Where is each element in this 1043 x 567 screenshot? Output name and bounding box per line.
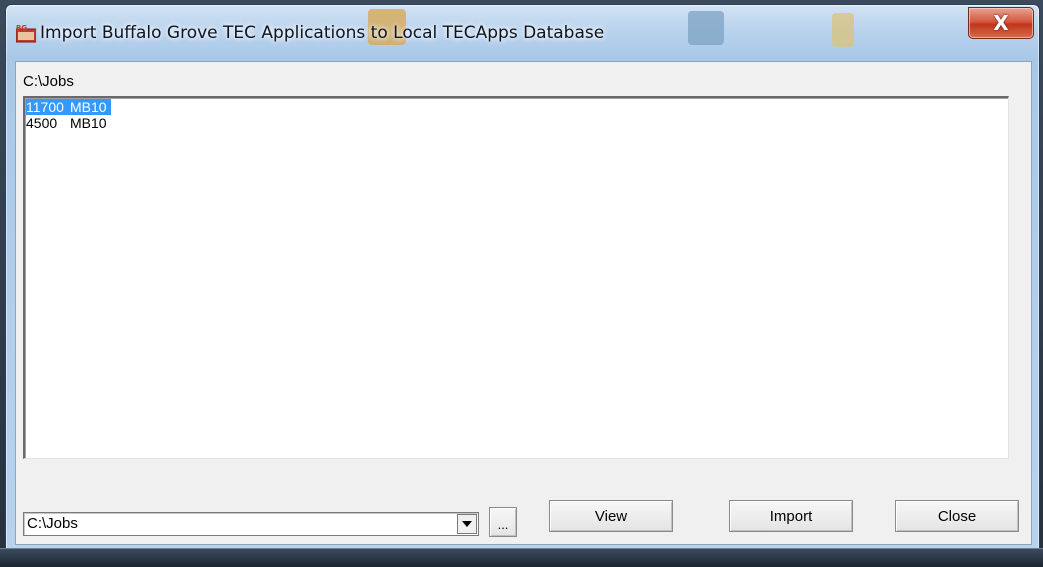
close-button[interactable]: Close bbox=[895, 500, 1019, 532]
taskbar-item[interactable] bbox=[460, 550, 600, 566]
svg-text:BG: BG bbox=[16, 24, 27, 32]
title-bar[interactable]: BG Import Buffalo Grove TEC Applications… bbox=[6, 5, 1039, 61]
import-button[interactable]: Import bbox=[729, 500, 853, 532]
background-window-blob bbox=[832, 13, 854, 47]
job-list[interactable]: 11700 MB10 4500 MB10 bbox=[23, 96, 1009, 459]
bg-app-icon: BG bbox=[16, 24, 36, 43]
window-title: Import Buffalo Grove TEC Applications to… bbox=[40, 23, 605, 43]
browse-button[interactable]: ... bbox=[489, 507, 517, 537]
background-window-blob bbox=[688, 11, 724, 45]
taskbar-item[interactable] bbox=[760, 550, 910, 566]
dialog-client-area: C:\Jobs 11700 MB10 4500 MB10 C:\Jobs ... V… bbox=[15, 61, 1032, 545]
job-model: MB10 bbox=[70, 99, 107, 115]
path-combobox-value: C:\Jobs bbox=[27, 515, 78, 532]
close-icon: X bbox=[993, 11, 1009, 35]
list-item[interactable]: 4500 MB10 bbox=[26, 115, 111, 131]
job-number: 11700 bbox=[26, 99, 64, 115]
chevron-down-icon bbox=[462, 521, 472, 527]
taskbar-item[interactable] bbox=[140, 550, 260, 566]
job-model: MB10 bbox=[70, 115, 107, 131]
taskbar bbox=[0, 548, 1043, 567]
browse-button-label: ... bbox=[497, 517, 509, 532]
list-item[interactable]: 11700 MB10 bbox=[26, 99, 111, 115]
import-dialog-window: BG Import Buffalo Grove TEC Applications… bbox=[5, 4, 1040, 552]
path-combobox[interactable]: C:\Jobs bbox=[23, 512, 479, 536]
combobox-dropdown-button[interactable] bbox=[457, 514, 477, 534]
view-button[interactable]: View bbox=[549, 500, 673, 532]
job-number: 4500 bbox=[26, 115, 58, 131]
current-path-label: C:\Jobs bbox=[23, 73, 74, 90]
window-close-button[interactable]: X bbox=[968, 7, 1034, 39]
